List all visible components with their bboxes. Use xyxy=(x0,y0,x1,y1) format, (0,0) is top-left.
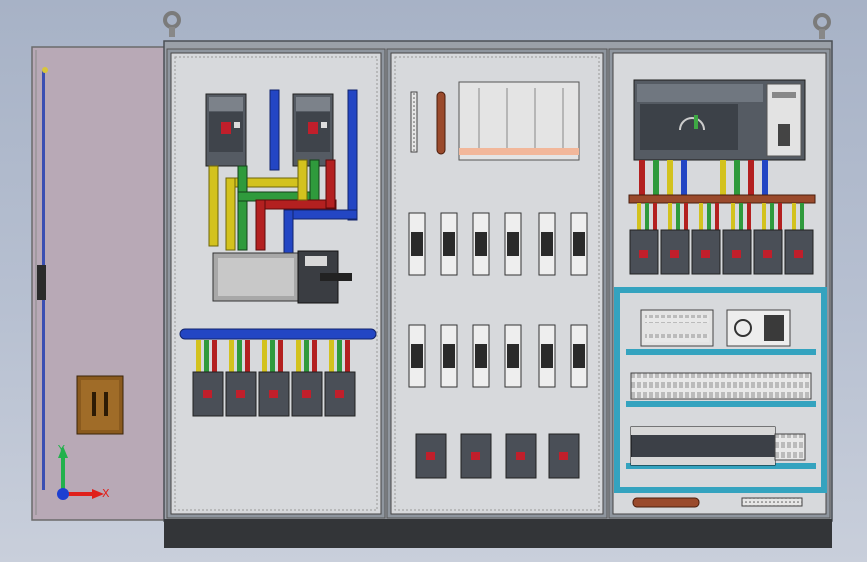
mcb[interactable] xyxy=(505,433,537,479)
io-module[interactable] xyxy=(640,309,714,347)
mcb[interactable] xyxy=(415,433,447,479)
power-supply-module[interactable] xyxy=(726,309,791,347)
lifting-eye-left xyxy=(163,11,181,37)
plc-controller[interactable] xyxy=(633,79,806,161)
main-breaker-2[interactable] xyxy=(292,93,334,167)
branch-breaker-row[interactable] xyxy=(192,371,356,417)
branch-breaker[interactable] xyxy=(225,371,257,417)
din-rail-bracket xyxy=(458,81,580,161)
cabinet-plinth xyxy=(164,519,832,548)
door-latch[interactable] xyxy=(37,265,46,300)
contactor[interactable] xyxy=(629,229,659,275)
fuse-holder[interactable] xyxy=(440,212,458,276)
contactor[interactable] xyxy=(660,229,690,275)
terminal-strip-bottom xyxy=(741,497,803,507)
fuse-holder[interactable] xyxy=(570,212,588,276)
ground-bar xyxy=(436,91,446,155)
branch-breaker[interactable] xyxy=(258,371,290,417)
contactor[interactable] xyxy=(722,229,752,275)
fuse-holder[interactable] xyxy=(408,212,426,276)
x-axis-label: X xyxy=(102,487,110,500)
lifting-eye-right xyxy=(813,13,831,39)
branch-breaker[interactable] xyxy=(324,371,356,417)
switch-lever[interactable] xyxy=(320,273,352,281)
fuse-holder[interactable] xyxy=(538,212,556,276)
fuse-holder[interactable] xyxy=(504,324,522,388)
fuse-holder[interactable] xyxy=(472,212,490,276)
z-axis-dot xyxy=(57,488,69,500)
cad-viewport[interactable]: Y X xyxy=(0,0,867,562)
terminal-strip xyxy=(410,91,418,153)
branch-breaker[interactable] xyxy=(192,371,224,417)
transfer-switch[interactable] xyxy=(212,250,352,304)
cabinet-door[interactable] xyxy=(31,46,167,521)
breaker-handle[interactable] xyxy=(221,122,231,134)
pe-ground-bar xyxy=(632,497,700,508)
y-axis-label: Y xyxy=(57,443,65,456)
terminal-block-row xyxy=(630,372,812,400)
breaker-handle[interactable] xyxy=(308,122,318,134)
fuse-holder[interactable] xyxy=(408,324,426,388)
contactor[interactable] xyxy=(753,229,783,275)
branch-breaker[interactable] xyxy=(291,371,323,417)
mcb[interactable] xyxy=(460,433,492,479)
door-hinge-top xyxy=(42,67,48,73)
neutral-busbar xyxy=(179,328,377,340)
fuse-holder[interactable] xyxy=(538,324,556,388)
fuse-holder[interactable] xyxy=(440,324,458,388)
distribution-busbar xyxy=(628,194,816,204)
mcb[interactable] xyxy=(548,433,580,479)
contactor[interactable] xyxy=(784,229,814,275)
door-handle-icon[interactable] xyxy=(76,375,124,435)
main-breaker-1[interactable] xyxy=(205,93,247,167)
contactor[interactable] xyxy=(691,229,721,275)
fuse-holder[interactable] xyxy=(472,324,490,388)
fuse-holder[interactable] xyxy=(570,324,588,388)
fuse-holder[interactable] xyxy=(504,212,522,276)
